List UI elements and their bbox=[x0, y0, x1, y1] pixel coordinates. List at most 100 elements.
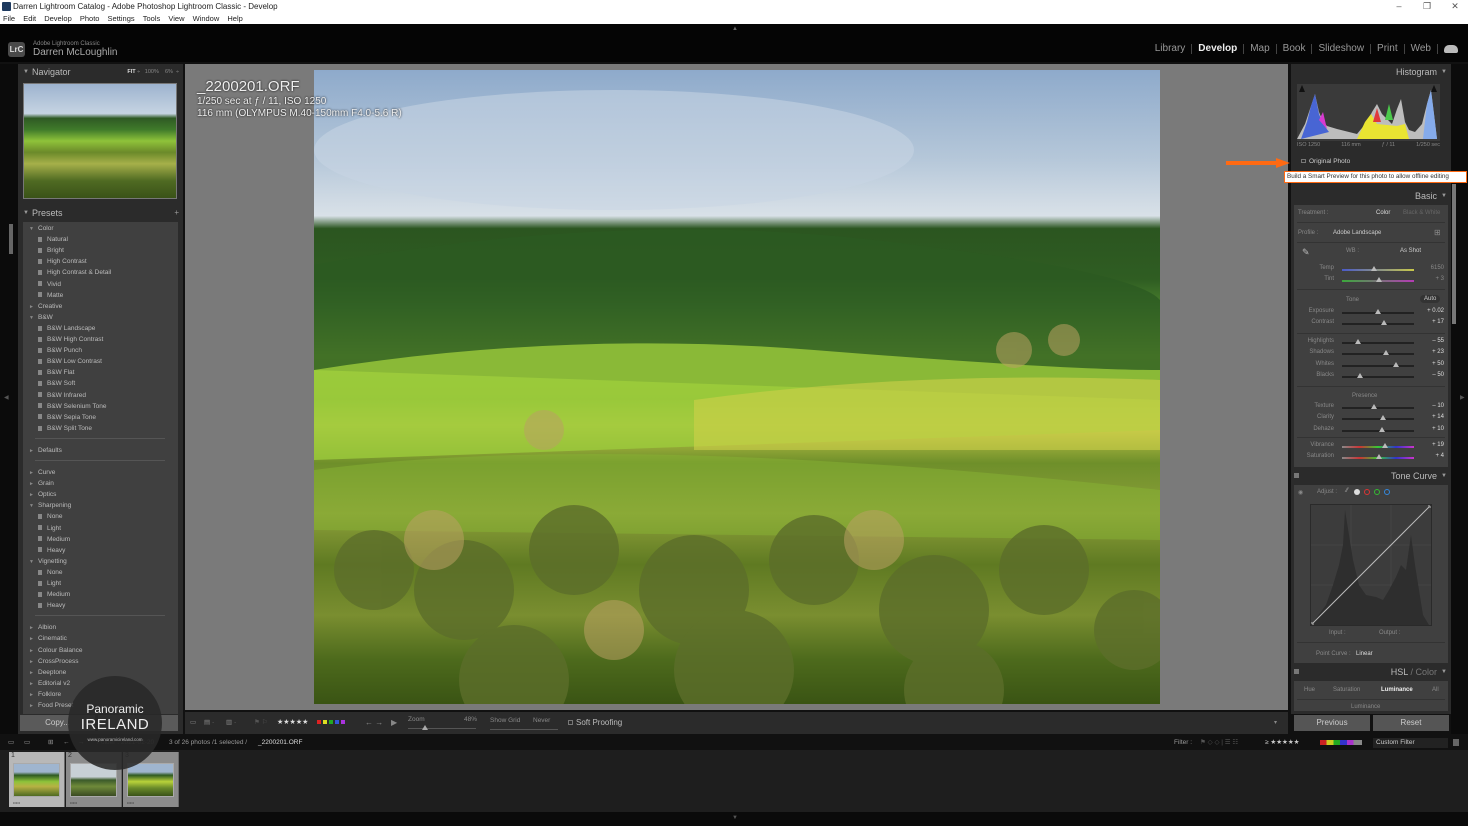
rating-stars[interactable]: ★★★★★ bbox=[277, 712, 308, 734]
preset-item[interactable]: B&W Low Contrast bbox=[38, 356, 102, 367]
preset-item[interactable]: High Contrast & Detail bbox=[38, 267, 111, 278]
module-library[interactable]: Library bbox=[1149, 44, 1193, 54]
menu-help[interactable]: Help bbox=[227, 14, 242, 23]
flag-icons[interactable]: ⚑ ⚐ bbox=[254, 712, 267, 734]
preset-item[interactable]: B&W Flat bbox=[38, 367, 74, 378]
profile-browser-icon[interactable]: ⊞ bbox=[1434, 228, 1441, 237]
histogram-header[interactable]: Histogram ▼ bbox=[1291, 64, 1451, 81]
thumbnail[interactable] bbox=[127, 763, 174, 797]
color-label-swatch[interactable] bbox=[317, 720, 321, 725]
collapsed-icon[interactable]: ► bbox=[29, 446, 34, 457]
show-grid-value[interactable]: Never bbox=[533, 717, 550, 725]
contrast-slider-knob[interactable] bbox=[1380, 320, 1387, 325]
color-label-filter[interactable] bbox=[1320, 740, 1362, 745]
point-curve-value[interactable]: Linear bbox=[1356, 651, 1373, 657]
shadows-slider[interactable] bbox=[1342, 350, 1414, 355]
preset-item[interactable]: Matte bbox=[38, 290, 63, 301]
grid-view-icon[interactable]: ⊞ bbox=[48, 736, 53, 750]
preset-group[interactable]: ▼ Color bbox=[29, 223, 54, 234]
blue-channel-icon[interactable] bbox=[1384, 489, 1390, 495]
menu-view[interactable]: View bbox=[168, 14, 184, 23]
preset-item[interactable]: B&W Sepia Tone bbox=[38, 412, 96, 423]
zoom-100[interactable]: 100% bbox=[145, 69, 159, 75]
treatment-bw[interactable]: Black & White bbox=[1403, 210, 1440, 216]
preset-item[interactable]: None bbox=[38, 567, 63, 578]
preset-item[interactable]: B&W Infrared bbox=[38, 390, 86, 401]
preset-item[interactable]: Heavy bbox=[38, 545, 65, 556]
hsl-tab-all[interactable]: All bbox=[1432, 687, 1439, 693]
cloud-sync-icon[interactable] bbox=[1444, 45, 1458, 53]
color-label-swatch[interactable] bbox=[323, 720, 327, 725]
left-scrollbar[interactable] bbox=[9, 224, 13, 254]
saturation-slider-knob[interactable] bbox=[1376, 454, 1383, 459]
main-photo[interactable] bbox=[314, 70, 1160, 704]
auto-tone-button[interactable]: Auto bbox=[1420, 295, 1441, 303]
soft-proofing-checkbox[interactable] bbox=[568, 720, 573, 725]
module-web[interactable]: Web bbox=[1405, 44, 1438, 54]
highlights-value[interactable]: – 55 bbox=[1432, 338, 1444, 344]
preset-item[interactable]: Light bbox=[38, 523, 61, 534]
module-slideshow[interactable]: Slideshow bbox=[1312, 44, 1372, 54]
wb-value[interactable]: As Shot bbox=[1400, 248, 1421, 254]
preset-item[interactable]: B&W Soft bbox=[38, 378, 75, 389]
color-label-swatch[interactable] bbox=[341, 720, 345, 725]
preset-item[interactable]: Medium bbox=[38, 589, 70, 600]
shadows-value[interactable]: + 23 bbox=[1432, 349, 1444, 355]
preset-item[interactable]: High Contrast bbox=[38, 256, 87, 267]
module-book[interactable]: Book bbox=[1277, 44, 1313, 54]
close-button[interactable]: ✕ bbox=[1440, 0, 1468, 13]
prev-next-arrows[interactable]: ← → bbox=[365, 712, 383, 734]
point-curve-icon[interactable]: ⁄⁄ bbox=[1346, 488, 1348, 494]
previous-button[interactable]: Previous bbox=[1294, 715, 1370, 731]
preset-group[interactable]: ► Cinematic bbox=[29, 633, 67, 644]
vibrance-slider-knob[interactable] bbox=[1382, 443, 1389, 448]
menu-edit[interactable]: Edit bbox=[23, 14, 36, 23]
expanded-icon[interactable]: ▼ bbox=[29, 501, 34, 512]
module-map[interactable]: Map bbox=[1244, 44, 1277, 54]
expanded-icon[interactable]: ▼ bbox=[29, 557, 34, 568]
green-channel-icon[interactable] bbox=[1374, 489, 1380, 495]
panel-toggle-icon[interactable] bbox=[1294, 473, 1299, 478]
filmstrip-toggle-icon[interactable]: ▼ bbox=[732, 815, 738, 821]
highlights-slider[interactable] bbox=[1342, 339, 1414, 344]
hsl-title[interactable]: HSL bbox=[1391, 667, 1408, 677]
flag-filter-icons[interactable]: ⚑ ◇ ◇ | ☰ ☷ bbox=[1200, 736, 1238, 750]
blacks-value[interactable]: – 50 bbox=[1432, 372, 1444, 378]
tint-slider[interactable] bbox=[1342, 277, 1414, 282]
second-window-icon[interactable]: ▭ bbox=[24, 736, 30, 750]
preset-group[interactable]: ► Creative bbox=[29, 301, 62, 312]
minimize-button[interactable]: – bbox=[1384, 0, 1414, 13]
before-after-icon[interactable]: ▤ · bbox=[204, 712, 214, 734]
navigator-preview[interactable] bbox=[23, 83, 177, 199]
preset-group[interactable]: ► CrossProcess bbox=[29, 656, 78, 667]
vibrance-slider[interactable] bbox=[1342, 443, 1414, 448]
collapsed-icon[interactable]: ► bbox=[29, 701, 34, 712]
contrast-slider[interactable] bbox=[1342, 320, 1414, 325]
preset-group[interactable]: ► Colour Balance bbox=[29, 645, 82, 656]
profile-value[interactable]: Adobe Landscape bbox=[1333, 230, 1381, 236]
zoom-slider-knob[interactable] bbox=[422, 725, 428, 730]
clarity-slider-knob[interactable] bbox=[1380, 415, 1387, 420]
preset-group[interactable]: ▼ Vignetting bbox=[29, 556, 67, 567]
tint-slider-knob[interactable] bbox=[1375, 277, 1382, 282]
wb-eyedropper-icon[interactable]: ✎ bbox=[1302, 247, 1310, 258]
before-after-split-icon[interactable]: ▥ · bbox=[226, 712, 236, 734]
hsl-header[interactable]: HSL / Color ▼ bbox=[1291, 664, 1451, 681]
color-label-swatch[interactable] bbox=[329, 720, 333, 725]
zoom-slider[interactable] bbox=[408, 725, 476, 730]
temp-slider[interactable] bbox=[1342, 266, 1414, 271]
zoom-custom[interactable]: 6% bbox=[165, 69, 173, 75]
current-filename[interactable]: _2200201.ORF bbox=[258, 736, 302, 750]
saturation-value[interactable]: + 4 bbox=[1435, 453, 1444, 459]
texture-slider[interactable] bbox=[1342, 404, 1414, 409]
custom-filter-select[interactable]: Custom Filter bbox=[1373, 738, 1448, 748]
preset-item[interactable]: B&W Split Tone bbox=[38, 423, 92, 434]
menu-window[interactable]: Window bbox=[193, 14, 220, 23]
preset-item[interactable]: B&W Landscape bbox=[38, 323, 95, 334]
preset-group[interactable]: ► Grain bbox=[29, 478, 54, 489]
exposure-slider[interactable] bbox=[1342, 309, 1414, 314]
tint-value[interactable]: + 3 bbox=[1435, 276, 1444, 282]
right-panel-toggle-icon[interactable]: ▶ bbox=[1460, 394, 1465, 401]
grid-slider[interactable] bbox=[490, 729, 558, 730]
hsl-tab-hue[interactable]: Hue bbox=[1304, 687, 1315, 693]
